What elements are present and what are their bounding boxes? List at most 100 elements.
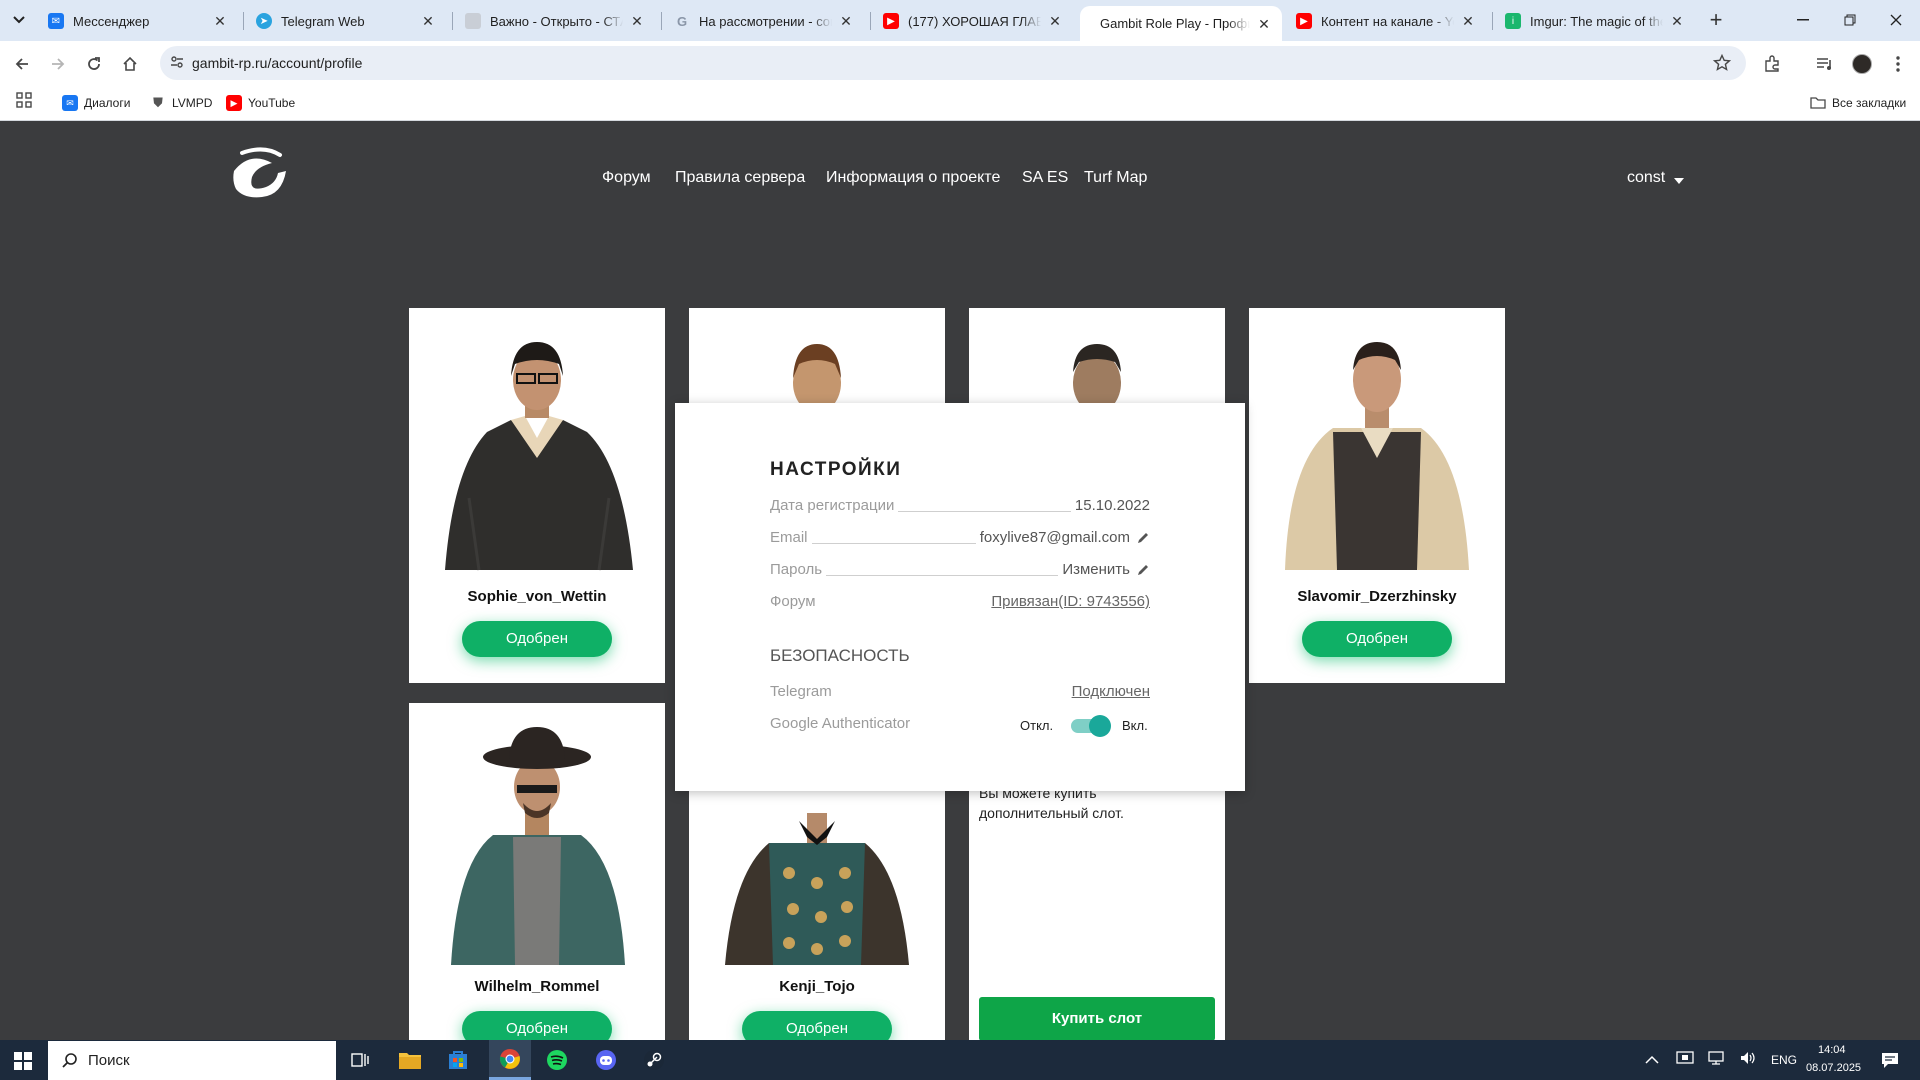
media-controls-icon[interactable]: [1811, 50, 1839, 78]
close-tab-icon[interactable]: ✕: [420, 13, 436, 29]
ga-label: Google Authenticator: [770, 715, 915, 732]
close-window-icon[interactable]: [1873, 0, 1919, 40]
telegram-row: Telegram Подключен: [770, 683, 1150, 703]
tab-telegram[interactable]: ➤ Telegram Web ✕: [246, 6, 446, 36]
minimize-icon[interactable]: [1780, 0, 1826, 40]
bookmark-dialogs[interactable]: ✉ Диалоги: [62, 93, 130, 113]
notifications-icon[interactable]: [1880, 1050, 1900, 1075]
steam-icon[interactable]: [643, 1049, 665, 1076]
close-tab-icon[interactable]: ✕: [629, 13, 645, 29]
nav-saes[interactable]: SA ES: [1022, 169, 1068, 187]
nav-server-rules[interactable]: Правила сервера: [675, 169, 805, 187]
new-tab-icon[interactable]: +: [1704, 9, 1728, 33]
close-tab-icon[interactable]: ✕: [1460, 13, 1476, 29]
store-icon[interactable]: [447, 1049, 469, 1076]
messenger-icon: ✉: [48, 13, 64, 29]
gambit-logo[interactable]: [228, 147, 288, 208]
tab-forum-important[interactable]: Важно - Открыто - СТАР ✕: [455, 6, 655, 36]
windows-start-icon[interactable]: [14, 1052, 32, 1075]
email-label: Email: [770, 529, 812, 546]
approved-button[interactable]: Одобрен: [462, 1011, 612, 1040]
close-tab-icon[interactable]: ✕: [212, 13, 228, 29]
all-bookmarks[interactable]: Все закладки: [1810, 93, 1906, 113]
ga-row: Google Authenticator Откл. Вкл.: [770, 715, 1150, 737]
task-view-icon[interactable]: [350, 1050, 370, 1075]
discord-icon[interactable]: [595, 1049, 617, 1076]
back-icon[interactable]: [8, 50, 36, 78]
nav-forum[interactable]: Форум: [602, 169, 651, 187]
spotify-icon[interactable]: [546, 1049, 568, 1076]
tab-under-review[interactable]: G На рассмотрении - const ✕: [664, 6, 864, 36]
close-tab-icon[interactable]: ✕: [1047, 13, 1063, 29]
tab-gambit-profile[interactable]: Gambit Role Play - Профи ✕: [1080, 6, 1282, 41]
site-header: Форум Правила сервера Информация о проек…: [0, 121, 1920, 241]
clock-date[interactable]: 08.07.2025: [1806, 1062, 1861, 1074]
avatar[interactable]: [1848, 50, 1876, 78]
close-tab-icon[interactable]: ✕: [1669, 13, 1685, 29]
ga-toggle[interactable]: [1071, 715, 1111, 737]
file-explorer-icon[interactable]: [398, 1049, 422, 1076]
character-portrait: [445, 342, 633, 571]
extensions-icon[interactable]: [1758, 50, 1786, 78]
reg-date-label: Дата регистрации: [770, 497, 899, 514]
gambit-icon: G: [676, 13, 688, 29]
url-text: gambit-rp.ru/account/profile: [192, 55, 363, 71]
forum-link[interactable]: Привязан(ID: 9743556): [987, 593, 1150, 610]
site-info-icon[interactable]: [170, 55, 184, 74]
chevron-down-icon[interactable]: [1674, 178, 1684, 184]
tab-youtube-video[interactable]: ▶ (177) ХОРОШАЯ ГЛАВА Е ✕: [873, 6, 1073, 36]
search-icon: [62, 1052, 78, 1073]
page-scrollbar[interactable]: [1906, 121, 1920, 1040]
character-name: Wilhelm_Rommel: [474, 978, 600, 995]
close-tab-icon[interactable]: ✕: [1256, 16, 1272, 32]
taskbar-search[interactable]: Поиск: [48, 1041, 336, 1080]
volume-icon[interactable]: [1739, 1050, 1757, 1071]
reload-icon[interactable]: [80, 50, 108, 78]
character-name: Slavomir_Dzerzhinsky: [1297, 588, 1457, 605]
device-icon[interactable]: [1676, 1050, 1694, 1071]
telegram-label: Telegram: [770, 683, 836, 700]
search-placeholder: Поиск: [88, 1052, 130, 1069]
home-icon[interactable]: [116, 50, 144, 78]
character-portrait: [1285, 342, 1469, 570]
browser-menu-icon[interactable]: [1884, 50, 1912, 78]
buy-slot-button[interactable]: Купить слот: [979, 997, 1215, 1040]
approved-button[interactable]: Одобрен: [1302, 621, 1452, 657]
tab-messenger[interactable]: ✉ Мессенджер ✕: [38, 6, 238, 36]
tab-imgur[interactable]: i Imgur: The magic of the I ✕: [1495, 6, 1695, 36]
forum-icon: [465, 13, 481, 29]
restore-icon[interactable]: [1827, 0, 1873, 40]
character-card: Wilhelm_Rommel Одобрен: [409, 703, 665, 1040]
youtube-icon: ▶: [1296, 13, 1312, 29]
clock-time[interactable]: 14:04: [1818, 1044, 1846, 1056]
apps-grid-icon[interactable]: [16, 92, 32, 113]
forward-icon[interactable]: [44, 50, 72, 78]
bookmark-lvmpd[interactable]: ⛊ LVMPD: [150, 93, 212, 113]
edit-pencil-icon[interactable]: [1136, 563, 1150, 581]
tray-chevron-up-icon[interactable]: [1645, 1052, 1659, 1070]
page-content: Форум Правила сервера Информация о проек…: [0, 121, 1920, 1040]
close-tab-icon[interactable]: ✕: [838, 13, 854, 29]
password-label: Пароль: [770, 561, 827, 578]
folder-icon: [1810, 95, 1826, 111]
address-bar[interactable]: gambit-rp.ru/account/profile: [160, 46, 1746, 80]
approved-button[interactable]: Одобрен: [742, 1011, 892, 1040]
approved-button[interactable]: Одобрен: [462, 621, 612, 657]
edit-pencil-icon[interactable]: [1136, 531, 1150, 549]
bookmark-star-icon[interactable]: [1712, 53, 1732, 77]
forum-row: Форум Привязан(ID: 9743556): [770, 593, 1150, 613]
settings-title: НАСТРОЙКИ: [770, 459, 902, 480]
user-menu[interactable]: const: [1627, 169, 1665, 187]
chrome-taskbar-button[interactable]: [489, 1040, 531, 1080]
character-card: Slavomir_Dzerzhinsky Одобрен: [1249, 308, 1505, 683]
keyboard-language[interactable]: ENG: [1771, 1053, 1797, 1067]
character-name: Kenji_Tojo: [779, 978, 855, 995]
network-icon[interactable]: [1707, 1050, 1725, 1071]
nav-turf-map[interactable]: Turf Map: [1084, 169, 1147, 187]
nav-project-info[interactable]: Информация о проекте: [826, 169, 1000, 187]
tab-search-chevron-icon[interactable]: [6, 8, 32, 32]
telegram-connected-link[interactable]: Подключен: [1067, 683, 1150, 700]
tab-youtube-studio[interactable]: ▶ Контент на канале - YouT ✕: [1286, 6, 1486, 36]
bookmark-youtube[interactable]: ▶ YouTube: [226, 93, 295, 113]
chrome-icon: [499, 1049, 520, 1069]
